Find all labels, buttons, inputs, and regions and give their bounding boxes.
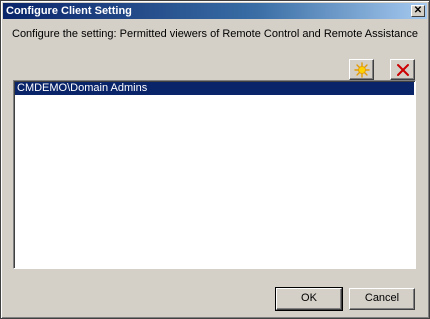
configure-client-setting-dialog: Configure Client Setting ✕ Configure the… bbox=[0, 0, 430, 319]
cancel-button[interactable]: Cancel bbox=[349, 288, 415, 310]
close-icon: ✕ bbox=[413, 5, 423, 16]
title-bar[interactable]: Configure Client Setting ✕ bbox=[3, 3, 427, 19]
delete-button[interactable] bbox=[390, 59, 415, 80]
permitted-viewers-list[interactable]: CMDEMO\Domain Admins bbox=[13, 80, 416, 269]
red-x-icon bbox=[397, 64, 409, 76]
list-item[interactable]: CMDEMO\Domain Admins bbox=[15, 82, 414, 95]
close-button[interactable]: ✕ bbox=[411, 5, 425, 17]
ok-button[interactable]: OK bbox=[275, 287, 343, 311]
setting-prompt: Configure the setting: Permitted viewers… bbox=[12, 28, 418, 40]
window-title: Configure Client Setting bbox=[6, 5, 132, 17]
new-button[interactable] bbox=[349, 59, 374, 80]
starburst-icon bbox=[354, 62, 370, 78]
